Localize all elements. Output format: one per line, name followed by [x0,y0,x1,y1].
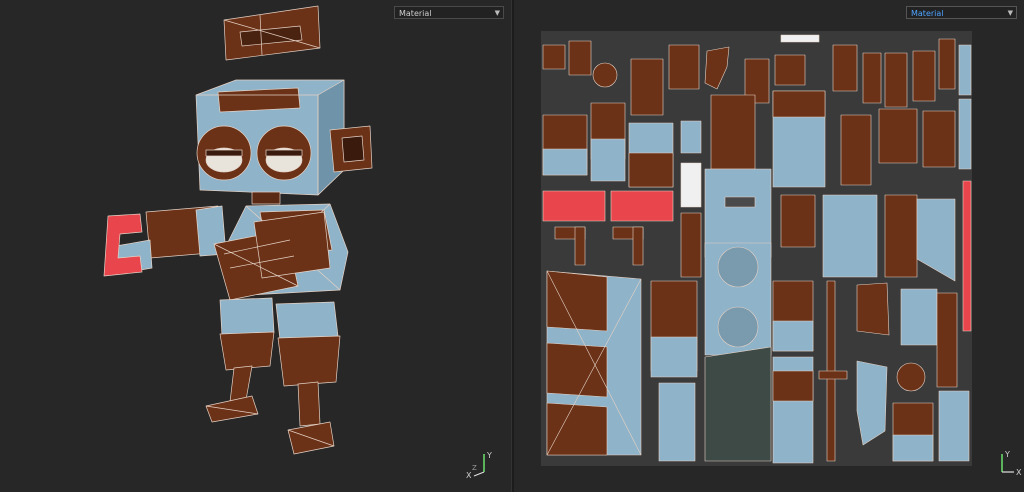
dropdown-value: Material [911,9,944,18]
robot-model[interactable] [0,0,511,492]
gizmo-x-label: X [466,471,472,480]
gizmo-x-label: X [1016,468,1022,476]
uv-layout-canvas[interactable] [541,31,972,466]
uv-editor-viewport[interactable]: Material ▼ Y X [514,0,1024,492]
axis-gizmo-icon: Y X Z [466,451,492,480]
perspective-viewport[interactable]: Material ▼ Y X Z [0,0,511,492]
gizmo-y-label: Y [486,451,492,460]
gizmo-z-label: Z [472,464,477,472]
gizmo-y-label: Y [1004,450,1010,459]
material-dropdown-uv[interactable]: Material ▼ [906,6,1017,19]
chevron-down-icon: ▼ [1007,9,1013,17]
axis-gizmo-icon: Y X [1001,450,1022,476]
uv-islands[interactable] [541,31,972,466]
